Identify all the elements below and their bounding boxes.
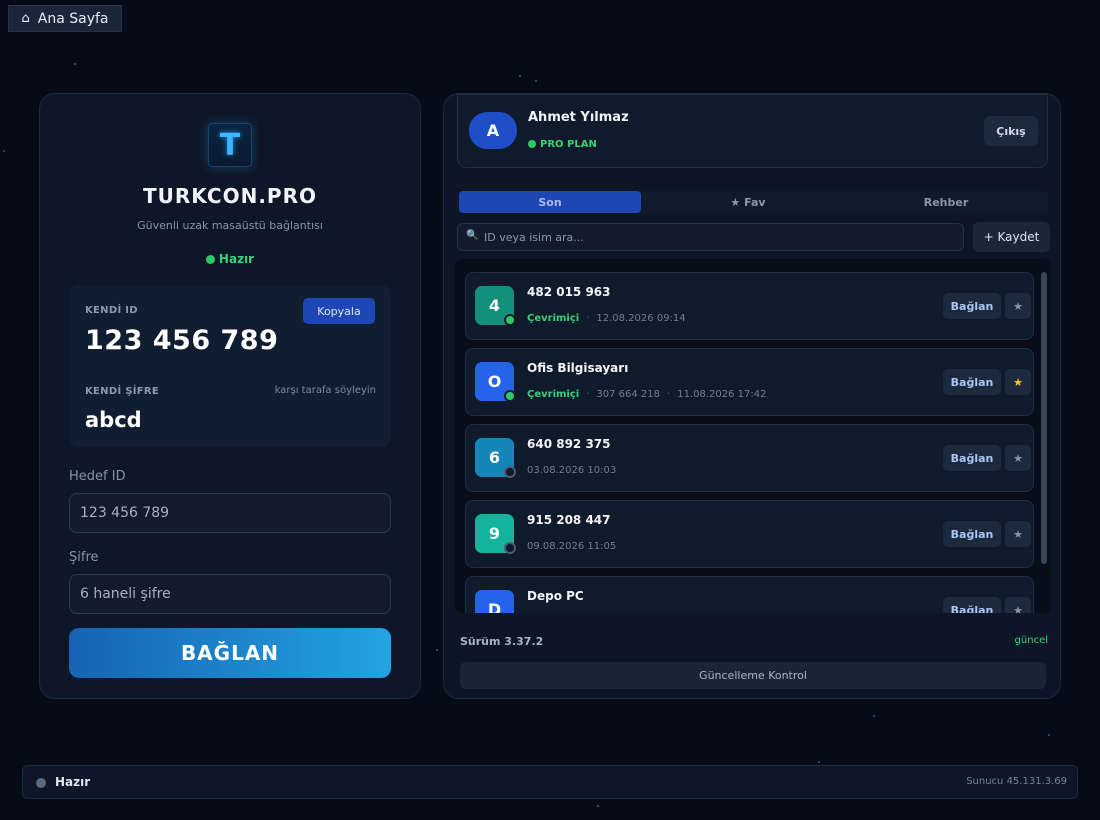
- server-address: Sunucu 45.131.3.69: [966, 776, 1067, 787]
- device-list-container: 4 482 015 963 Çevrimiçi · 12.08.2026 09:14 Ba…: [454, 259, 1051, 613]
- status-dot-icon: [205, 255, 215, 264]
- ready-status-text: Hazır: [218, 252, 255, 266]
- home-icon: ⌂: [21, 11, 30, 26]
- star-decoration: [436, 649, 438, 651]
- online-status-icon: [504, 390, 516, 402]
- app-logo: T: [208, 123, 252, 167]
- device-meta: Çevrimiçi · 307 664 218 · 11.08.2026 17:42: [527, 389, 766, 400]
- save-button[interactable]: + Kaydet: [973, 222, 1050, 252]
- star-icon[interactable]: ★: [1005, 293, 1031, 319]
- tab-recent[interactable]: Son: [459, 191, 641, 213]
- own-password-value: abcd: [85, 408, 142, 432]
- offline-status-icon: [504, 542, 516, 554]
- last-seen-date: 11.08.2026 17:42: [677, 389, 767, 400]
- device-connect-button[interactable]: Bağlan: [943, 293, 1001, 319]
- device-connect-button[interactable]: Bağlan: [943, 445, 1001, 471]
- plan-text: PRO PLAN: [540, 139, 597, 150]
- plan-badge: PRO PLAN: [528, 139, 597, 150]
- user-card: A Ahmet Yılmaz PRO PLAN Çıkış: [457, 94, 1048, 168]
- device-row[interactable]: O Ofis Bilgisayarı Çevrimiçi · 307 664 218 · 1…: [465, 348, 1034, 416]
- device-connect-button[interactable]: Bağlan: [943, 369, 1001, 395]
- own-id-value: 123 456 789: [85, 325, 279, 356]
- device-avatar: D: [475, 590, 514, 613]
- offline-status-icon: [504, 466, 516, 478]
- status-text: Hazır: [55, 775, 91, 789]
- star-icon[interactable]: ★: [1005, 369, 1031, 395]
- password-input[interactable]: [69, 574, 391, 614]
- home-button[interactable]: ⌂ Ana Sayfa: [8, 5, 122, 32]
- avatar: A: [469, 112, 517, 149]
- target-id-label: Hedef ID: [69, 469, 126, 484]
- status-dot-icon: [36, 778, 46, 788]
- online-status-icon: [504, 314, 516, 326]
- device-title: Depo PC: [527, 589, 584, 603]
- own-credentials-card: KENDİ ID Kopyala 123 456 789 KENDİ ŞİFRE…: [69, 285, 391, 447]
- device-connect-button[interactable]: Bağlan: [943, 597, 1001, 613]
- device-connect-button[interactable]: Bağlan: [943, 521, 1001, 547]
- plan-dot-icon: [528, 140, 536, 148]
- own-id-label: KENDİ ID: [85, 305, 138, 316]
- last-seen-date: 12.08.2026 09:14: [596, 313, 686, 324]
- star-decoration: [873, 715, 875, 717]
- star-decoration: [535, 80, 537, 82]
- status-bar: Hazır Sunucu 45.131.3.69: [22, 765, 1078, 799]
- tab-bar: Son ★ Fav Rehber: [457, 191, 1048, 213]
- star-icon[interactable]: ★: [1005, 597, 1031, 613]
- version-footer: Sürüm 3.37.2 güncel Güncelleme Kontrol: [457, 621, 1048, 693]
- device-meta: Çevrimiçi · 12.08.2026 09:14: [527, 313, 686, 324]
- star-decoration: [597, 805, 599, 807]
- logout-button[interactable]: Çıkış: [984, 116, 1038, 146]
- own-password-label: KENDİ ŞİFRE: [85, 386, 160, 397]
- logo-letter: T: [219, 127, 241, 163]
- device-row[interactable]: 6 640 892 375 03.08.2026 10:03 Bağlan ★: [465, 424, 1034, 492]
- last-seen-date: 03.08.2026 10:03: [527, 465, 617, 476]
- connect-button[interactable]: BAĞLAN: [69, 628, 391, 678]
- up-to-date-text: güncel: [1014, 635, 1048, 646]
- tab-contacts[interactable]: Rehber: [855, 191, 1037, 213]
- brand-title: TURKCON.PRO: [143, 184, 317, 208]
- online-status-text: Çevrimiçi: [527, 389, 580, 400]
- star-decoration: [1048, 734, 1050, 736]
- search-box: 🔍: [457, 223, 964, 251]
- star-icon[interactable]: ★: [1005, 445, 1031, 471]
- target-id-input[interactable]: [69, 493, 391, 533]
- device-title: 482 015 963: [527, 285, 611, 299]
- version-text: Sürüm 3.37.2: [460, 635, 544, 648]
- device-meta: 03.08.2026 10:03: [527, 465, 616, 476]
- device-title: 915 208 447: [527, 513, 611, 527]
- user-name: Ahmet Yılmaz: [528, 110, 629, 125]
- device-title: Ofis Bilgisayarı: [527, 361, 629, 375]
- scrollbar[interactable]: [1041, 272, 1047, 564]
- star-decoration: [3, 150, 5, 152]
- copy-button[interactable]: Kopyala: [303, 298, 375, 324]
- password-label: Şifre: [69, 550, 99, 565]
- tab-favorites[interactable]: ★ Fav: [657, 191, 839, 213]
- check-update-button[interactable]: Güncelleme Kontrol: [460, 662, 1046, 689]
- separator: ·: [667, 389, 671, 400]
- separator: ·: [586, 389, 590, 400]
- search-input[interactable]: [484, 224, 954, 250]
- device-row[interactable]: 9 915 208 447 09.08.2026 11:05 Bağlan ★: [465, 500, 1034, 568]
- device-title: 640 892 375: [527, 437, 611, 451]
- star-decoration: [519, 75, 521, 77]
- device-id: 307 664 218: [596, 389, 661, 400]
- ready-status: Hazır: [40, 252, 420, 266]
- device-row[interactable]: D Depo PC Bağlan ★: [465, 576, 1034, 613]
- device-list: 4 482 015 963 Çevrimiçi · 12.08.2026 09:14 Ba…: [465, 272, 1034, 613]
- brand-tagline: Güvenli uzak masaüstü bağlantısı: [137, 219, 323, 232]
- remote-devices-panel: A Ahmet Yılmaz PRO PLAN Çıkış Son ★ Fav …: [443, 93, 1061, 699]
- last-seen-date: 09.08.2026 11:05: [527, 541, 617, 552]
- online-status-text: Çevrimiçi: [527, 313, 580, 324]
- star-decoration: [818, 761, 820, 763]
- password-hint: karşı tarafa söyleyin: [274, 385, 376, 396]
- separator: ·: [586, 313, 590, 324]
- device-row[interactable]: 4 482 015 963 Çevrimiçi · 12.08.2026 09:14 Ba…: [465, 272, 1034, 340]
- search-icon: 🔍: [466, 230, 479, 241]
- star-decoration: [74, 63, 76, 65]
- local-connection-panel: T TURKCON.PRO Güvenli uzak masaüstü bağl…: [39, 93, 421, 699]
- device-meta: 09.08.2026 11:05: [527, 541, 616, 552]
- star-icon[interactable]: ★: [1005, 521, 1031, 547]
- home-label: Ana Sayfa: [37, 10, 109, 27]
